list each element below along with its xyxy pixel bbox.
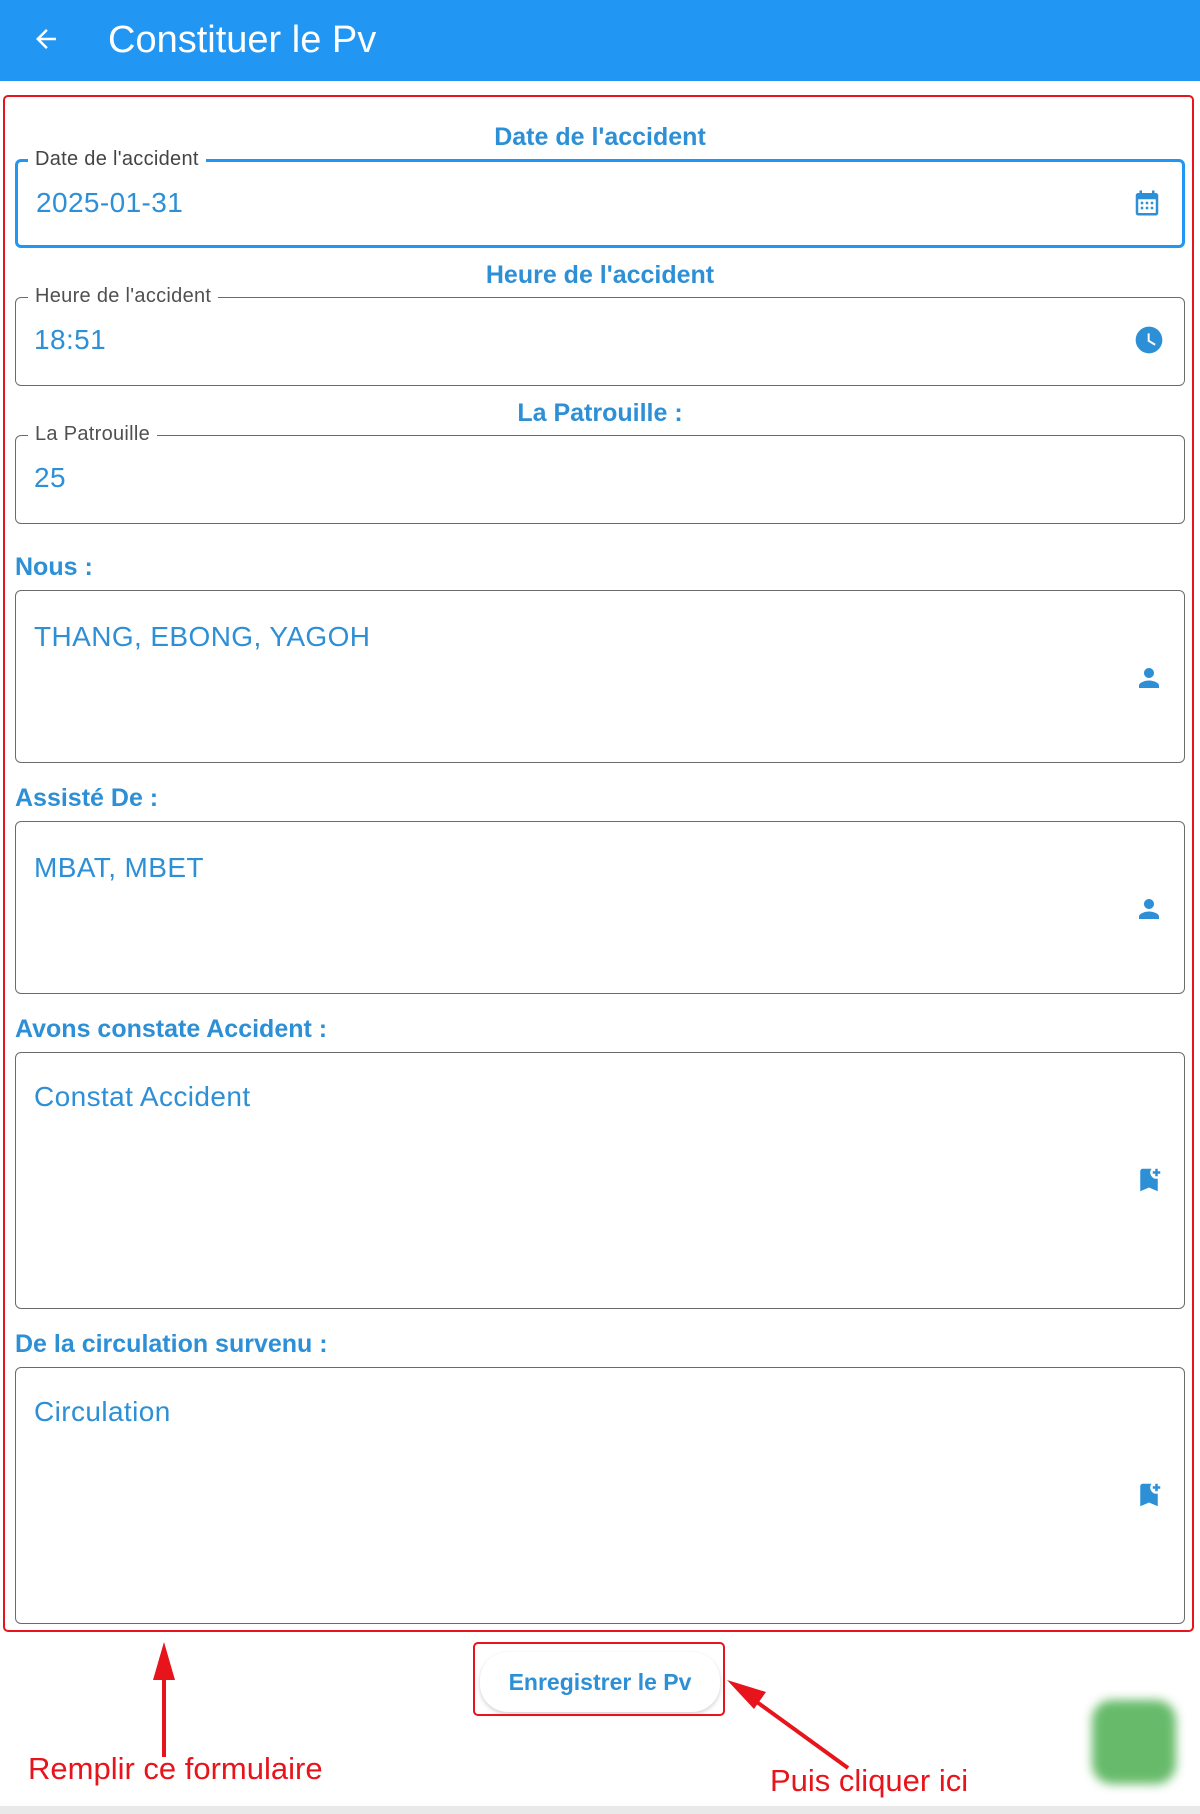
annotation-fill-form: Remplir ce formulaire xyxy=(28,1751,323,1786)
annotation-then-click: Puis cliquer ici xyxy=(770,1763,969,1798)
floating-action-button[interactable] xyxy=(1092,1700,1176,1784)
screen: Constituer le Pv Date de l'accident Date… xyxy=(0,0,1200,1814)
annotation-arrow-up-head xyxy=(153,1642,175,1680)
annotation-arrows xyxy=(153,1642,850,1770)
bottom-edge xyxy=(0,1806,1200,1814)
annotation-arrow-diagonal xyxy=(748,1695,850,1770)
